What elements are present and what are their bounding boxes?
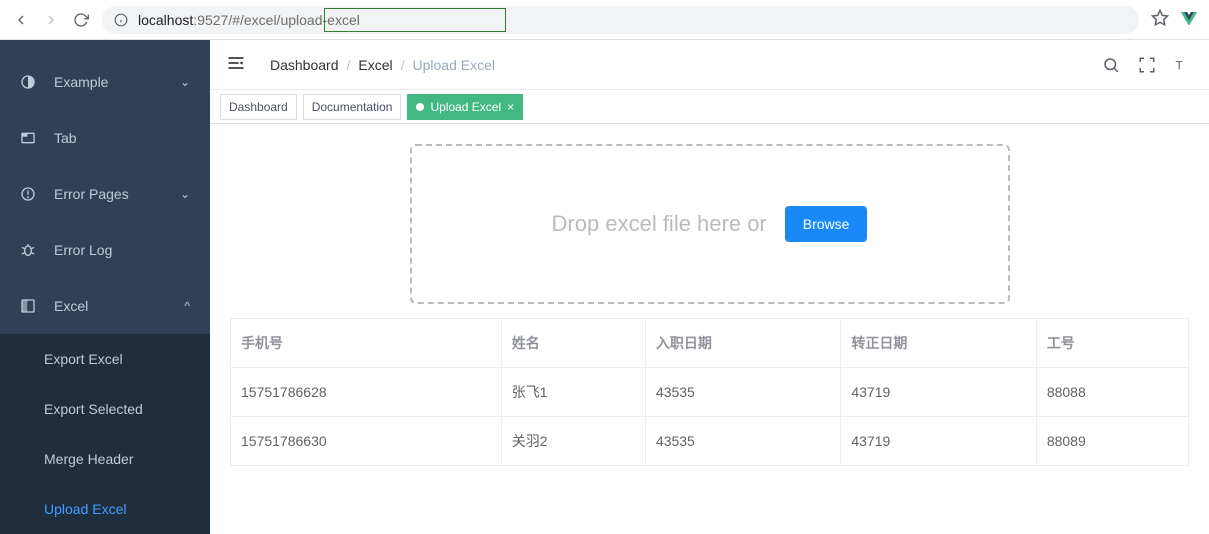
- example-icon: [20, 74, 40, 90]
- tag-label: Upload Excel: [430, 100, 501, 114]
- table-cell: 关羽2: [501, 417, 645, 466]
- breadcrumb-item-current: Upload Excel: [413, 57, 496, 73]
- sidebar-sub-label: Export Excel: [44, 351, 123, 367]
- sidebar-item-example[interactable]: Example ⌄: [0, 54, 210, 110]
- table-header: 转正日期: [841, 319, 1036, 368]
- font-size-icon[interactable]: T: [1173, 55, 1193, 75]
- sidebar-item-label: Tab: [54, 130, 77, 146]
- table-cell: 15751786628: [231, 368, 502, 417]
- table-cell: 43535: [645, 368, 840, 417]
- chevron-down-icon: ⌄: [180, 75, 190, 89]
- sidebar: Example ⌄ Tab Error Pages ⌄ Error Log: [0, 40, 210, 534]
- sidebar-sub-label: Export Selected: [44, 401, 143, 417]
- tag-upload-excel[interactable]: Upload Excel ×: [407, 94, 523, 120]
- chevron-up-icon: ^: [184, 299, 190, 313]
- table-cell: 15751786630: [231, 417, 502, 466]
- search-icon[interactable]: [1101, 55, 1121, 75]
- table-cell: 张飞1: [501, 368, 645, 417]
- close-icon[interactable]: ×: [507, 100, 514, 114]
- table-cell: 43535: [645, 417, 840, 466]
- vue-extension-icon[interactable]: [1181, 12, 1197, 28]
- sidebar-sub-upload-excel[interactable]: Upload Excel: [0, 484, 210, 534]
- table-cell: 88089: [1036, 417, 1188, 466]
- breadcrumb: Dashboard / Excel / Upload Excel: [270, 57, 495, 73]
- excel-dropzone[interactable]: Drop excel file here or Browse: [410, 144, 1010, 304]
- site-info-icon[interactable]: [114, 12, 130, 28]
- sidebar-sub-merge-header[interactable]: Merge Header: [0, 434, 210, 484]
- tags-view: Dashboard Documentation Upload Excel ×: [210, 90, 1209, 124]
- topbar-actions: T: [1101, 55, 1193, 75]
- sidebar-item-tab[interactable]: Tab: [0, 110, 210, 166]
- browse-button[interactable]: Browse: [785, 206, 868, 242]
- tab-icon: [20, 130, 40, 146]
- table-cell: 43719: [841, 368, 1036, 417]
- bug-icon: [20, 242, 40, 258]
- fullscreen-icon[interactable]: [1137, 55, 1157, 75]
- dropzone-text: Drop excel file here or: [552, 211, 767, 237]
- sidebar-sub-export-selected[interactable]: Export Selected: [0, 384, 210, 434]
- tag-dashboard[interactable]: Dashboard: [220, 94, 297, 120]
- error-icon: [20, 186, 40, 202]
- url-bar[interactable]: localhost:9527/#/excel/upload-excel: [102, 6, 1139, 34]
- table-cell: 43719: [841, 417, 1036, 466]
- excel-icon: [20, 298, 40, 314]
- breadcrumb-item[interactable]: Excel: [358, 57, 392, 73]
- back-icon[interactable]: [12, 11, 30, 29]
- tag-label: Documentation: [312, 100, 393, 114]
- bookmark-star-icon[interactable]: [1151, 9, 1169, 30]
- sidebar-item-label: Excel: [54, 298, 88, 314]
- table-cell: 88088: [1036, 368, 1188, 417]
- browser-chrome-bar: localhost:9527/#/excel/upload-excel: [0, 0, 1209, 40]
- chevron-down-icon: ⌄: [180, 187, 190, 201]
- sidebar-item-label: Error Log: [54, 242, 112, 258]
- sidebar-item-excel[interactable]: Excel ^: [0, 278, 210, 334]
- sidebar-item-label: Error Pages: [54, 186, 129, 202]
- table-header: 姓名: [501, 319, 645, 368]
- tag-documentation[interactable]: Documentation: [303, 94, 402, 120]
- app-shell: Example ⌄ Tab Error Pages ⌄ Error Log: [0, 40, 1209, 534]
- url-port: :9527: [193, 12, 228, 28]
- url-host: localhost: [138, 12, 193, 28]
- table-header: 工号: [1036, 319, 1188, 368]
- sidebar-sub-label: Upload Excel: [44, 501, 127, 517]
- tag-label: Dashboard: [229, 100, 288, 114]
- sidebar-item-label: Example: [54, 74, 108, 90]
- sidebar-sub-export-excel[interactable]: Export Excel: [0, 334, 210, 384]
- forward-icon[interactable]: [42, 11, 60, 29]
- table-header-row: 手机号 姓名 入职日期 转正日期 工号: [231, 319, 1189, 368]
- sidebar-item-error-pages[interactable]: Error Pages ⌄: [0, 166, 210, 222]
- hamburger-icon[interactable]: [226, 53, 250, 76]
- page-content: Drop excel file here or Browse 手机号 姓名 入职…: [210, 124, 1209, 534]
- table-header: 入职日期: [645, 319, 840, 368]
- breadcrumb-separator: /: [401, 57, 405, 73]
- sidebar-item-error-log[interactable]: Error Log: [0, 222, 210, 278]
- breadcrumb-separator: /: [347, 57, 351, 73]
- breadcrumb-item[interactable]: Dashboard: [270, 57, 339, 73]
- table-row: 15751786628 张飞1 43535 43719 88088: [231, 368, 1189, 417]
- reload-icon[interactable]: [72, 11, 90, 29]
- main-content: Dashboard / Excel / Upload Excel T: [210, 40, 1209, 534]
- excel-table: 手机号 姓名 入职日期 转正日期 工号 15751786628 张飞1 4353…: [230, 318, 1189, 466]
- url-path: /#/excel/upload-excel: [228, 12, 360, 28]
- topbar: Dashboard / Excel / Upload Excel T: [210, 40, 1209, 90]
- svg-text:T: T: [1176, 58, 1184, 72]
- sidebar-sub-label: Merge Header: [44, 451, 134, 467]
- table-header: 手机号: [231, 319, 502, 368]
- table-row: 15751786630 关羽2 43535 43719 88089: [231, 417, 1189, 466]
